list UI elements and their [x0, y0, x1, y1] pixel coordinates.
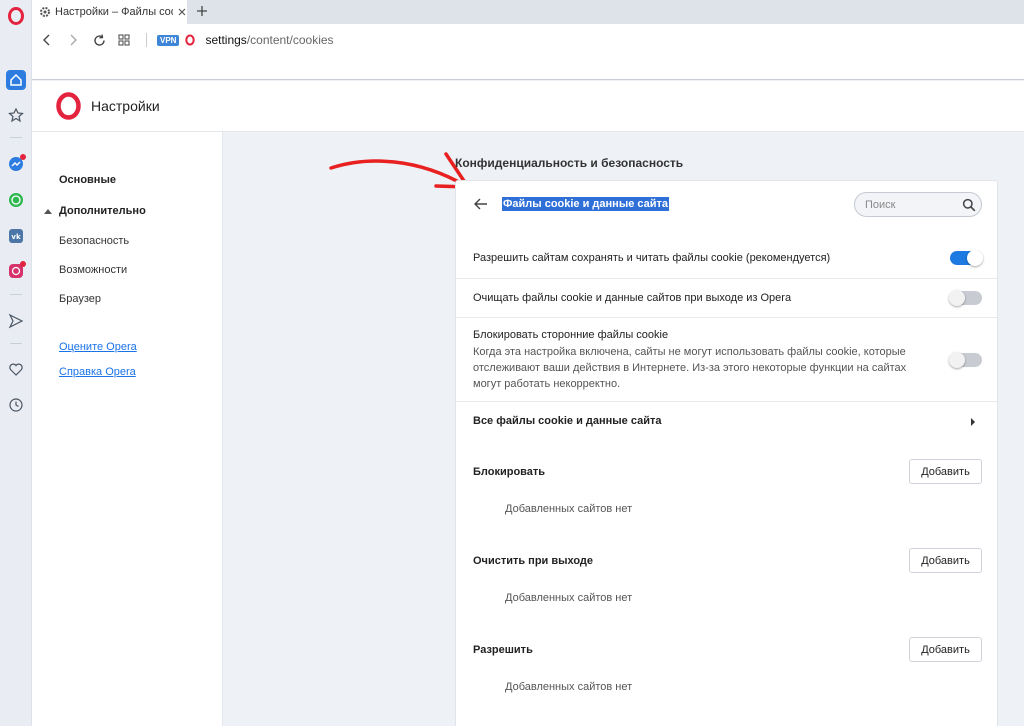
settings-header: Настройки [32, 81, 1024, 132]
tab-strip: Настройки – Файлы cookie и данные сайта [32, 0, 1024, 24]
section-title: Конфиденциальность и безопасность [455, 156, 684, 170]
nav-item-basic[interactable]: Основные [59, 174, 116, 186]
close-icon[interactable] [177, 7, 187, 17]
back-nav-icon[interactable] [37, 30, 57, 50]
block-third-party-toggle[interactable] [949, 352, 982, 368]
tiles-grid-icon[interactable] [114, 30, 134, 50]
group-clear-on-exit: Очистить при выходе Добавить Добавленных… [456, 530, 997, 619]
search-placeholder: Поиск [865, 199, 896, 211]
setting-row-allow-cookies: Разрешить сайтам сохранять и читать файл… [456, 239, 997, 278]
add-block-button[interactable]: Добавить [909, 459, 982, 484]
send-icon[interactable] [6, 311, 26, 331]
setting-description: Когда эта настройка включена, сайты не м… [473, 346, 907, 390]
all-cookies-label: Все файлы cookie и данные сайта [473, 415, 662, 427]
settings-nav: Основные Дополнительно Безопасность Возм… [32, 132, 223, 726]
nav-item-advanced[interactable]: Дополнительно [59, 205, 146, 217]
collapse-triangle-icon[interactable] [44, 209, 52, 214]
settings-title: Настройки [91, 98, 160, 114]
chevron-right-icon [971, 418, 975, 426]
allow-cookies-toggle[interactable] [950, 250, 983, 266]
svg-text:vk: vk [11, 233, 21, 241]
speed-dial-icon[interactable] [6, 70, 26, 90]
clear-on-exit-toggle[interactable] [949, 290, 982, 306]
nav-item-features[interactable]: Возможности [59, 264, 127, 276]
opera-page-icon [185, 34, 196, 46]
search-input[interactable]: Поиск [854, 192, 982, 217]
nav-item-browser[interactable]: Браузер [59, 293, 101, 305]
empty-list-text: Добавленных сайтов нет [505, 681, 633, 693]
reload-icon[interactable] [89, 30, 109, 50]
vpn-badge[interactable]: VPN [157, 34, 180, 46]
group-label: Разрешить [473, 644, 533, 656]
messenger-icon[interactable] [6, 154, 26, 174]
all-cookies-row[interactable]: Все файлы cookie и данные сайта [456, 401, 997, 441]
group-block: Блокировать Добавить Добавленных сайтов … [456, 441, 997, 530]
setting-row-block-third-party: Блокировать сторонние файлы cookie Когда… [456, 317, 997, 401]
add-clear-on-exit-button[interactable]: Добавить [909, 548, 982, 573]
tab-settings-cookies[interactable]: Настройки – Файлы cookie и данные сайта [32, 0, 187, 24]
history-clock-icon[interactable] [6, 395, 26, 415]
tab-title: Настройки – Файлы cookie и данные сайта [55, 6, 173, 18]
gear-icon [40, 7, 50, 17]
empty-list-text: Добавленных сайтов нет [505, 503, 633, 515]
nav-item-security[interactable]: Безопасность [59, 235, 129, 247]
heart-icon[interactable] [6, 359, 26, 379]
bookmarks-icon[interactable] [6, 105, 26, 125]
group-label: Очистить при выходе [473, 555, 594, 567]
instagram-icon[interactable] [6, 261, 26, 281]
opera-menu-icon[interactable] [8, 7, 24, 25]
url-text[interactable]: settings/content/cookies [205, 33, 333, 47]
setting-row-clear-on-exit: Очищать файлы cookie и данные сайтов при… [456, 278, 997, 317]
setting-label: Блокировать сторонние файлы cookie [473, 329, 669, 341]
cookies-settings-card: Файлы cookie и данные сайта Поиск Разреш… [455, 180, 998, 726]
group-allow: Разрешить Добавить Добавленных сайтов не… [456, 619, 997, 708]
back-arrow-button[interactable] [472, 195, 490, 213]
forward-nav-icon[interactable] [63, 30, 83, 50]
toolbar-spacer [32, 56, 1024, 80]
search-icon[interactable] [962, 198, 976, 212]
whatsapp-icon[interactable] [6, 190, 26, 210]
rate-opera-link[interactable]: Оцените Opera [59, 341, 137, 353]
new-tab-plus-icon[interactable] [194, 3, 210, 19]
setting-label: Очищать файлы cookie и данные сайтов при… [473, 292, 792, 304]
group-label: Блокировать [473, 466, 546, 478]
setting-label: Разрешить сайтам сохранять и читать файл… [473, 252, 831, 264]
empty-list-text: Добавленных сайтов нет [505, 592, 633, 604]
opera-help-link[interactable]: Справка Opera [59, 366, 136, 378]
address-bar: VPN settings/content/cookies [32, 24, 1024, 56]
opera-logo-icon [56, 92, 81, 120]
add-allow-button[interactable]: Добавить [909, 637, 982, 662]
vk-icon[interactable]: vk [6, 226, 26, 246]
page-title: Файлы cookie и данные сайта [502, 197, 670, 211]
card-header: Файлы cookie и данные сайта Поиск [456, 181, 997, 227]
browser-sidebar: vk [0, 0, 32, 726]
